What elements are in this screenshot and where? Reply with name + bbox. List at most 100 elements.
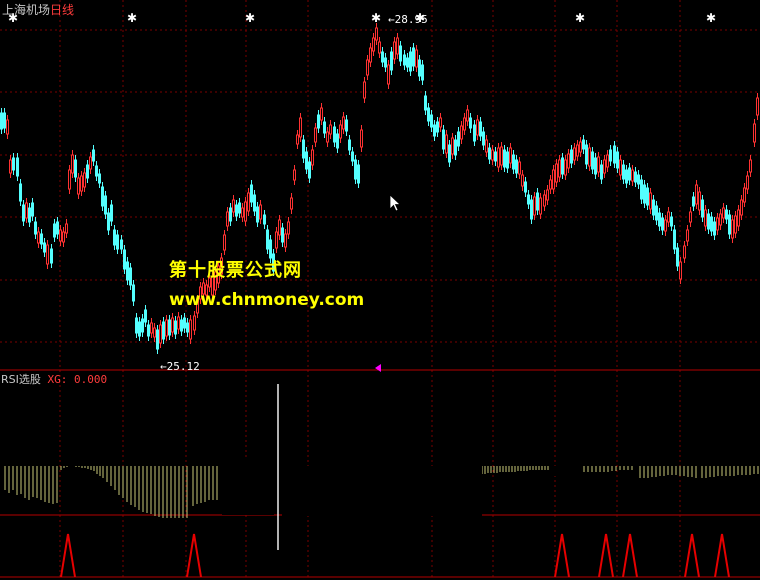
candle-body — [0, 112, 3, 130]
candle-body — [433, 124, 436, 137]
candle-body — [354, 159, 357, 180]
candle-body — [16, 157, 19, 177]
candle-body — [482, 131, 485, 146]
candle-body — [372, 37, 375, 52]
candle-body — [348, 139, 351, 151]
candle-body — [56, 221, 59, 235]
candle-body — [503, 149, 506, 168]
candle-body — [323, 121, 326, 134]
candle-body — [263, 214, 266, 225]
candle-body — [436, 121, 439, 133]
candle-body — [68, 169, 71, 190]
candle-body — [22, 204, 25, 222]
chart-title: 上海机场日线 — [2, 3, 74, 17]
candle-body — [345, 119, 348, 132]
candle-body — [107, 212, 110, 231]
candle-body — [585, 144, 588, 165]
signal-spike — [622, 533, 638, 578]
candle-body — [661, 217, 664, 231]
candle-body — [634, 171, 637, 183]
candle-body — [40, 233, 43, 245]
candle-body — [667, 211, 670, 223]
candle-body — [150, 322, 153, 334]
candle-body — [98, 173, 101, 184]
candle-body — [479, 121, 482, 137]
candle-body — [59, 229, 62, 242]
candle-body — [512, 154, 515, 170]
candle-body — [305, 151, 308, 170]
candle-body — [135, 317, 138, 334]
candle-body — [652, 199, 655, 216]
candle-body — [357, 164, 360, 184]
candle-body — [701, 199, 704, 218]
candle-body — [753, 123, 756, 143]
candle-body — [281, 227, 284, 243]
watermark-site-name: 第十股票公式网 — [169, 260, 302, 281]
candle-body — [704, 209, 707, 227]
candle-body — [165, 319, 168, 337]
watermark-url[interactable]: www.chnmoney.com — [169, 290, 364, 310]
candle-body — [116, 234, 119, 250]
candle-body — [710, 216, 713, 232]
top-star-markers: ✱ ✱ ✱ ✱ ✱ ✱ ✱ — [8, 11, 716, 25]
candle-body — [597, 156, 600, 173]
candle-body — [539, 197, 542, 215]
candle-body — [613, 145, 616, 164]
candle-body — [457, 131, 460, 147]
price-candlesticks[interactable] — [0, 23, 759, 354]
candle-body — [399, 45, 402, 62]
candle-body — [427, 107, 430, 122]
candle-body — [646, 187, 649, 206]
candle-body — [403, 54, 406, 66]
candle-body — [37, 231, 40, 244]
candle-body — [123, 249, 126, 270]
high-price-label: ←28.95 — [388, 13, 428, 26]
candle-body — [673, 229, 676, 250]
candle-body — [229, 207, 232, 222]
candle-body — [168, 319, 171, 336]
candle-body — [101, 186, 104, 207]
candlestick-chart-canvas[interactable]: ✱ ✱ ✱ ✱ ✱ ✱ ✱ — [0, 0, 760, 580]
candle-body — [19, 183, 22, 202]
candle-body — [460, 125, 463, 140]
xg-signal-spikes[interactable] — [60, 533, 730, 578]
star-marker-icon: ✱ — [127, 11, 137, 25]
indicator-series-label: XG: — [47, 373, 68, 386]
candle-body — [686, 229, 689, 242]
stock-chart-screen: ✱ ✱ ✱ ✱ ✱ ✱ ✱ 上海机场日线 ←28.95 ←25.12 第十股票公式网 www… — [0, 0, 760, 580]
rsi-indicator-bars[interactable] — [4, 384, 759, 550]
candle-body — [558, 159, 561, 178]
star-marker-icon: ✱ — [371, 11, 381, 25]
candle-body — [314, 127, 317, 143]
candle-body — [451, 137, 454, 155]
candle-body — [603, 159, 606, 174]
candle-body — [543, 194, 546, 207]
candle-body — [725, 209, 728, 220]
candle-body — [71, 154, 74, 174]
candle-body — [655, 205, 658, 221]
candle-body — [363, 81, 366, 99]
security-name: 上海机场 — [2, 3, 51, 17]
candle-body — [500, 146, 503, 166]
candle-body — [695, 184, 698, 205]
candle-body — [83, 172, 86, 188]
candle-body — [132, 284, 135, 302]
candle-body — [573, 147, 576, 161]
candle-body — [223, 234, 226, 251]
signal-spike — [186, 533, 202, 578]
candle-body — [232, 199, 235, 213]
candle-body — [12, 157, 15, 171]
candle-body — [746, 175, 749, 190]
candle-body — [250, 184, 253, 203]
cursor-position-marker-icon[interactable] — [375, 364, 381, 372]
candle-body — [284, 233, 287, 248]
candle-body — [637, 174, 640, 185]
candle-body — [62, 231, 65, 243]
candle-body — [485, 139, 488, 153]
candle-body — [253, 194, 256, 212]
candle-body — [521, 174, 524, 187]
candle-body — [609, 149, 612, 162]
candle-body — [445, 134, 448, 154]
candle-body — [466, 109, 469, 122]
candle-body — [506, 151, 509, 169]
